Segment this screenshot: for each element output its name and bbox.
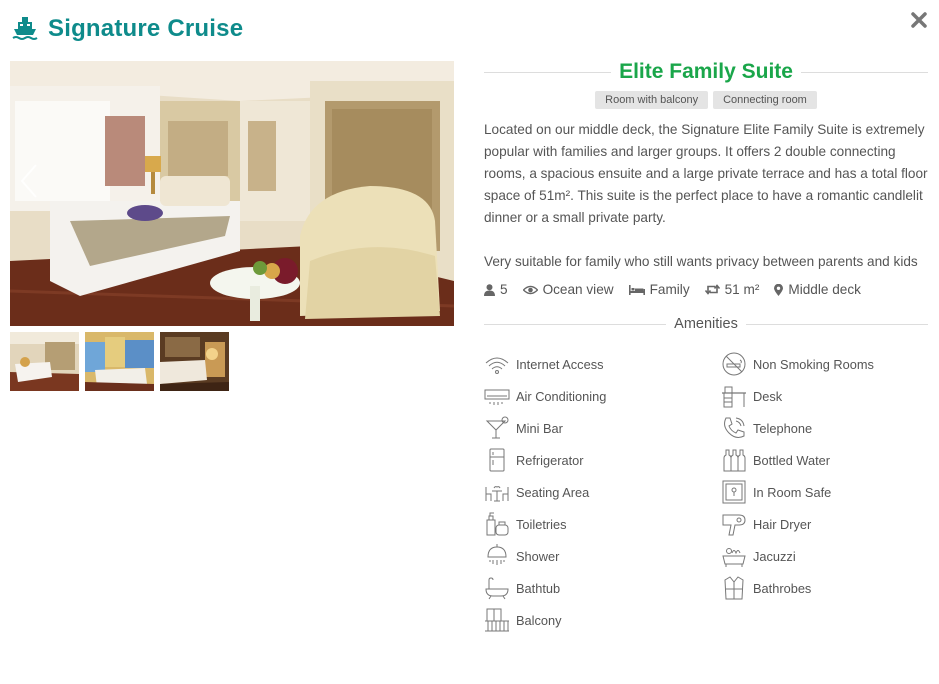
bottles-icon [723,449,746,472]
previous-photo-arrow-icon[interactable] [16,161,42,201]
room-photo-gallery [10,61,454,326]
spec-size: 51 m² [704,282,759,297]
bed-icon [628,284,645,295]
map-marker-icon [774,283,784,296]
spec-bed: Family [628,282,690,297]
spec-view: Ocean view [522,282,614,297]
user-icon [484,283,495,296]
room-specs: 5 Ocean view Family 51 m² Middle deck [484,282,928,297]
amenity-mini-bar: Mini Bar [484,412,721,444]
room-tags: Room with balcony Connecting room [484,91,928,109]
no-smoking-icon [722,352,746,376]
cocktail-icon [485,416,509,439]
tag-room-with-balcony: Room with balcony [595,91,709,109]
amenity-hair-dryer: Hair Dryer [721,508,928,540]
modal-header: Signature Cruise [10,12,243,46]
amenity-balcony: Balcony [484,604,721,636]
bathtub-icon [485,577,509,600]
amenity-air-conditioning: Air Conditioning [484,380,721,412]
refrigerator-icon [489,448,505,472]
toiletries-icon [486,512,509,536]
amenity-internet-access: Internet Access [484,348,721,380]
divider [800,71,929,73]
balcony-icon [485,608,509,632]
seating-area-icon [485,486,509,502]
amenity-bathtub: Bathtub [484,572,721,604]
divider [484,71,612,73]
thumbnail-3[interactable] [160,332,229,391]
room-description: Located on our middle deck, the Signatur… [484,119,928,273]
thumbnail-strip [10,332,229,391]
description-paragraph: Very suitable for family who still wants… [484,254,918,269]
description-paragraph: Located on our middle deck, the Signatur… [484,122,928,225]
spec-deck: Middle deck [774,282,861,297]
amenity-jacuzzi: Jacuzzi [721,540,928,572]
amenity-telephone: Telephone [721,412,928,444]
thumbnail-2[interactable] [85,332,154,391]
thumbnail-1[interactable] [10,332,79,391]
tag-connecting-room: Connecting room [713,91,817,109]
divider [484,323,667,325]
air-conditioner-icon [484,389,510,405]
cruise-ship-icon [10,14,40,44]
amenities-list: Internet Access Non Smoking Rooms Air Co… [484,348,928,636]
room-title: Elite Family Suite [619,60,793,83]
safe-icon [722,480,746,504]
close-icon[interactable] [910,11,928,29]
jacuzzi-icon [722,548,746,567]
room-photo [10,61,454,326]
desk-icon [722,386,746,408]
amenities-heading: Amenities [484,314,929,334]
room-details: Elite Family Suite Room with balcony Con… [484,58,929,636]
telephone-icon [724,417,745,438]
retweet-arrows-icon [704,284,720,295]
amenity-desk: Desk [721,380,928,412]
amenity-in-room-safe: In Room Safe [721,476,928,508]
amenity-shower: Shower [484,540,721,572]
wifi-icon [485,357,509,374]
shower-icon [487,544,507,565]
bathrobe-icon [724,576,744,600]
amenity-seating-area: Seating Area [484,476,721,508]
room-title-row: Elite Family Suite [484,58,929,86]
hair-dryer-icon [722,514,746,536]
eye-icon [522,285,538,294]
amenity-refrigerator: Refrigerator [484,444,721,476]
amenity-non-smoking-rooms: Non Smoking Rooms [721,348,928,380]
amenity-toiletries: Toiletries [484,508,721,540]
amenity-bathrobes: Bathrobes [721,572,928,604]
spec-guests: 5 [484,282,508,297]
divider [745,323,929,325]
cruise-title: Signature Cruise [48,15,244,42]
amenity-bottled-water: Bottled Water [721,444,928,476]
amenities-title: Amenities [674,316,738,332]
